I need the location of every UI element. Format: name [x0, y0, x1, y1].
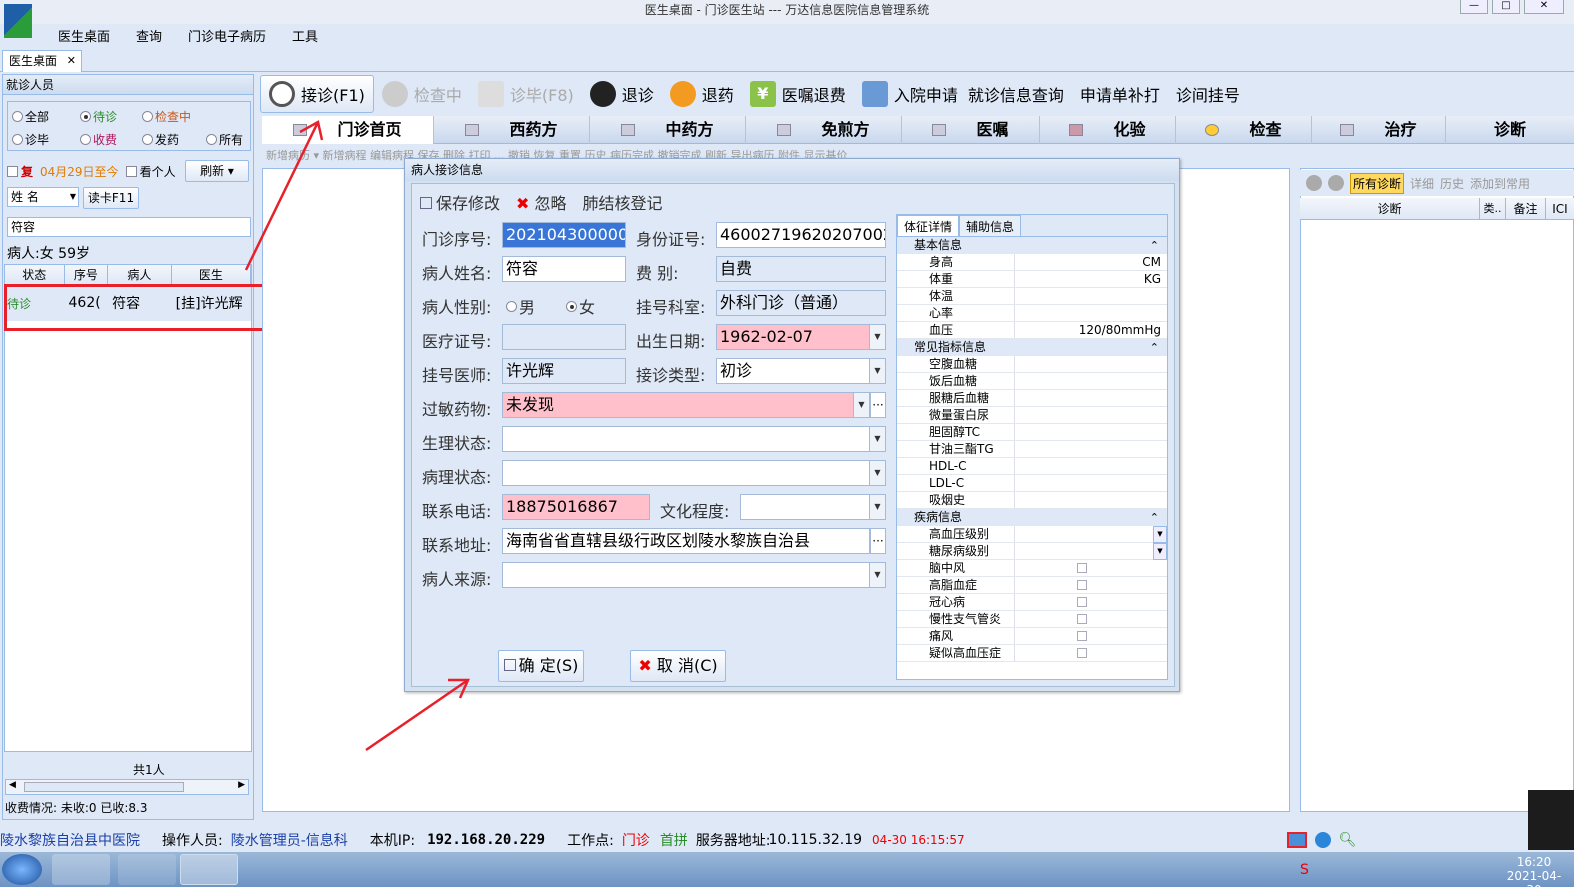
clock[interactable]: 16:20 2021-04-30 — [1504, 855, 1564, 887]
start-button[interactable] — [2, 854, 42, 885]
side-widget[interactable] — [1528, 790, 1574, 850]
clock-date: 2021-04-30 — [1506, 869, 1562, 887]
station-label: 工作点: — [567, 833, 614, 849]
message-icon[interactable] — [1286, 832, 1307, 848]
server-value: 10.115.32.19 — [768, 832, 863, 848]
chat-icon[interactable] — [1314, 832, 1331, 848]
pinyin-mode[interactable]: 首拼 — [660, 830, 688, 850]
ip-label: 本机IP: — [369, 833, 416, 849]
explorer-task[interactable] — [52, 854, 110, 885]
input-method-icon[interactable]: S — [1300, 862, 1309, 878]
operator-label: 操作人员: — [162, 833, 223, 849]
his-app-task[interactable] — [180, 854, 238, 885]
clock-time: 16:20 — [1516, 855, 1552, 869]
operator-name: 陵水管理员-信息科 — [230, 833, 348, 849]
arrow-to-confirm-button — [365, 678, 469, 752]
station-value: 门诊 — [621, 833, 650, 849]
server-label: 服务器地址: — [695, 833, 771, 849]
arrow-to-receive-button — [244, 121, 320, 271]
annotation-arrows — [244, 120, 470, 752]
ie-task[interactable] — [118, 854, 176, 885]
search-icon[interactable]: 🔍︎ — [1339, 832, 1357, 848]
status-bar: 陵水黎族自治县中医院 操作人员: 陵水管理员-信息科 本机IP: 192.168… — [0, 828, 1574, 852]
ip-value: 192.168.20.229 — [427, 832, 546, 848]
hospital-name: 陵水黎族自治县中医院 — [0, 833, 140, 849]
status-time: 04-30 16:15:57 — [872, 833, 965, 847]
windows-taskbar: S 16:20 2021-04-30 — [0, 852, 1574, 887]
